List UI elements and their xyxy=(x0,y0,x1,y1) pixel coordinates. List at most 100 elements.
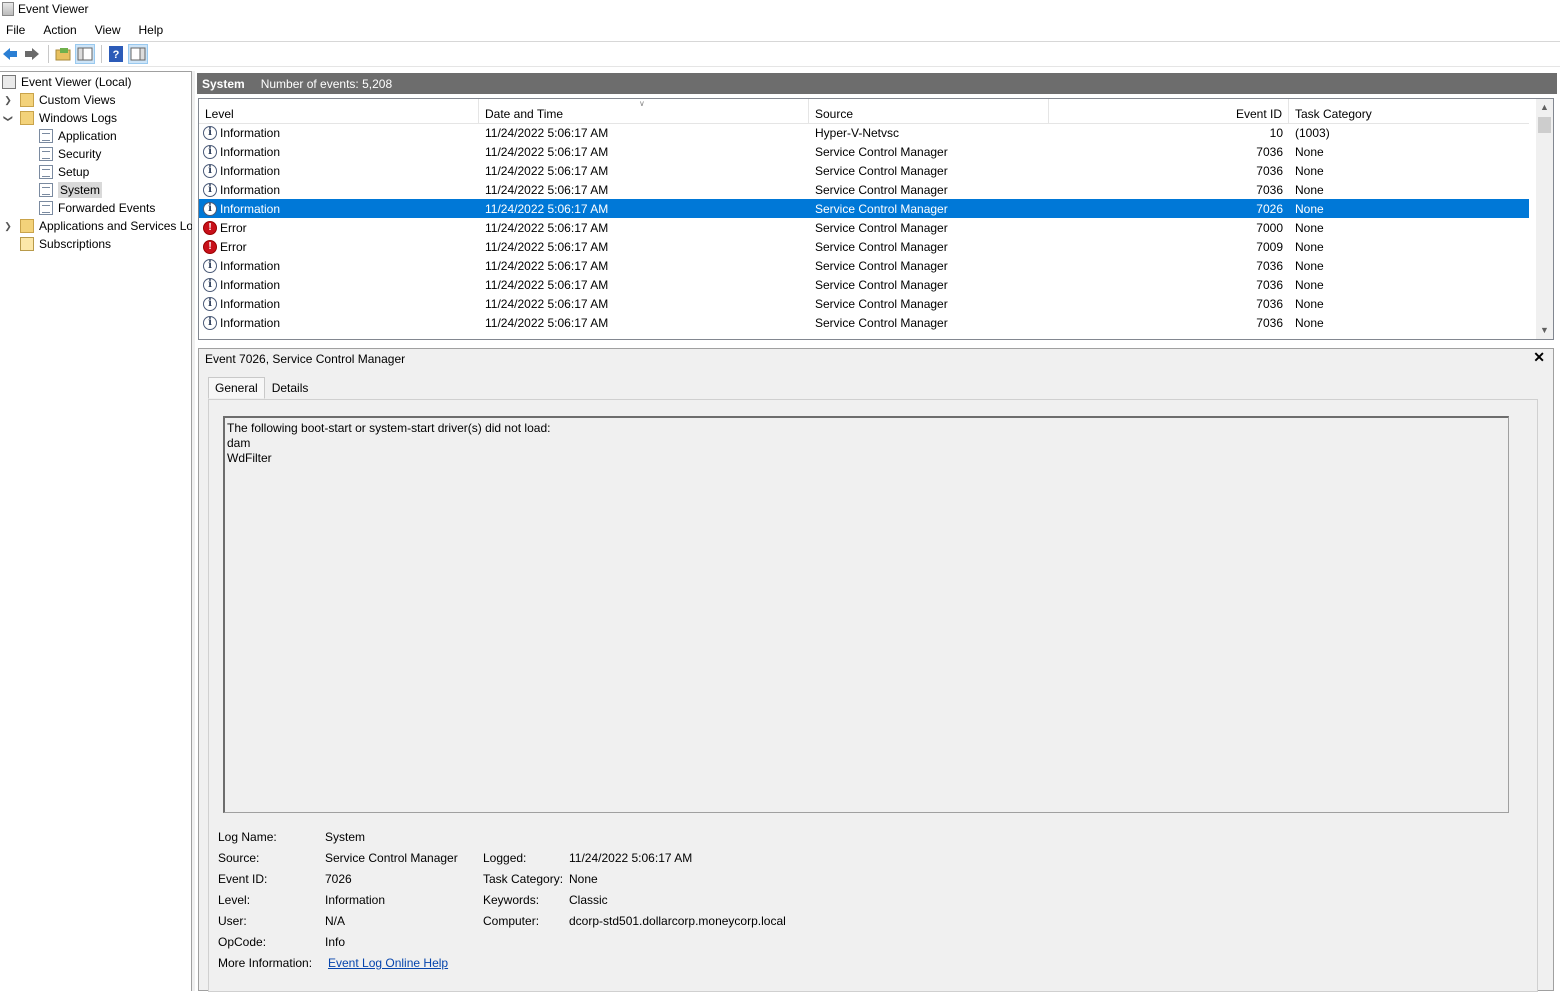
table-row[interactable]: i Information 11/24/2022 5:06:17 AM Service… xyxy=(199,180,1529,199)
column-header-level[interactable]: Level xyxy=(199,99,479,124)
tab-general[interactable]: General xyxy=(208,377,265,399)
chevron-right-icon[interactable]: ❯ xyxy=(2,95,14,106)
tree-item-application[interactable]: Application xyxy=(39,127,117,145)
toolbar-separator-line xyxy=(0,66,1560,67)
information-icon: i xyxy=(203,315,217,330)
tree-item-custom-views[interactable]: ❯ Custom Views xyxy=(2,91,115,109)
table-row[interactable]: i Information 11/24/2022 5:06:17 AM Service… xyxy=(199,275,1529,294)
toolbar-separator xyxy=(101,45,102,63)
cell-date: 11/24/2022 5:06:17 AM xyxy=(485,144,609,159)
scroll-thumb[interactable] xyxy=(1538,117,1551,133)
information-icon: i xyxy=(203,277,217,292)
main-pane: System Number of events: 5,208 Level Dat… xyxy=(195,71,1560,992)
log-icon xyxy=(39,183,53,197)
table-row[interactable]: i Information 11/24/2022 5:06:17 AM Service… xyxy=(199,161,1529,180)
tree-item-security[interactable]: Security xyxy=(39,145,101,163)
tree-item-subscriptions[interactable]: Subscriptions xyxy=(20,235,111,253)
cell-task-category: None xyxy=(1295,220,1324,235)
prop-label-task-category: Task Category: xyxy=(483,872,564,886)
tree-item-system[interactable]: System xyxy=(39,181,103,199)
message-line: WdFilter xyxy=(227,451,272,465)
prop-label-source: Source: xyxy=(218,851,260,865)
prop-value-keywords: Classic xyxy=(569,893,608,907)
forward-arrow-icon[interactable] xyxy=(22,44,42,64)
toolbar-separator xyxy=(48,45,49,63)
help-icon[interactable]: ? xyxy=(106,44,126,64)
tree-item-forwarded-events[interactable]: Forwarded Events xyxy=(39,199,155,217)
prop-value-user: N/A xyxy=(325,914,346,928)
column-header-label: Date and Time xyxy=(485,107,564,121)
log-header: System Number of events: 5,208 xyxy=(197,73,1557,94)
level-text: Error xyxy=(220,220,247,235)
cell-source: Service Control Manager xyxy=(815,220,948,235)
log-icon xyxy=(39,201,53,215)
tree-label: Windows Logs xyxy=(39,111,118,125)
table-row[interactable]: i Information 11/24/2022 5:06:17 AM Service… xyxy=(199,313,1529,332)
table-row[interactable]: i Information 11/24/2022 5:06:17 AM Hyper-V… xyxy=(199,123,1529,142)
cell-date: 11/24/2022 5:06:17 AM xyxy=(485,220,609,235)
open-folder-icon[interactable] xyxy=(53,44,73,64)
table-row[interactable]: ! Error 11/24/2022 5:06:17 AM Service Contr… xyxy=(199,218,1529,237)
column-header-source[interactable]: Source xyxy=(809,99,1049,124)
column-header-date[interactable]: Date and Time ∨ xyxy=(479,99,809,124)
scroll-down-icon[interactable]: ▼ xyxy=(1536,322,1553,339)
cell-event-id: 7036 xyxy=(1256,163,1283,178)
prop-label-event-id: Event ID: xyxy=(218,872,268,886)
cell-date: 11/24/2022 5:06:17 AM xyxy=(485,258,609,273)
column-header-task-category[interactable]: Task Category xyxy=(1289,99,1529,124)
cell-task-category: None xyxy=(1295,163,1324,178)
menu-view[interactable]: View xyxy=(89,23,129,37)
menu-file[interactable]: File xyxy=(0,23,33,37)
cell-event-id: 7036 xyxy=(1256,258,1283,273)
log-icon xyxy=(39,129,53,143)
table-row[interactable]: i Information 11/24/2022 5:06:17 AM Service… xyxy=(199,199,1529,218)
cell-level: i Information xyxy=(199,125,479,140)
cell-task-category: None xyxy=(1295,239,1324,254)
menu-action[interactable]: Action xyxy=(37,23,84,37)
tree-item-windows-logs[interactable]: ❯ Windows Logs xyxy=(2,109,117,127)
column-header-event-id[interactable]: Event ID xyxy=(1049,99,1289,124)
cell-level: i Information xyxy=(199,201,479,216)
event-count: Number of events: 5,208 xyxy=(260,76,393,91)
close-icon[interactable]: ✕ xyxy=(1533,349,1545,366)
prop-label-computer: Computer: xyxy=(483,914,540,928)
prop-value-computer: dcorp-std501.dollarcorp.moneycorp.local xyxy=(569,914,786,928)
event-log-online-help-link[interactable]: Event Log Online Help xyxy=(328,956,448,974)
tree-label: Custom Views xyxy=(39,93,116,107)
tree-item-root[interactable]: Event Viewer (Local) xyxy=(2,73,132,91)
prop-label-opcode: OpCode: xyxy=(218,935,267,949)
prop-value-level: Information xyxy=(325,893,386,907)
tab-details[interactable]: Details xyxy=(265,377,316,399)
log-icon xyxy=(39,147,53,161)
tree-item-apps-services[interactable]: ❯ Applications and Services Lo xyxy=(2,217,193,235)
log-icon xyxy=(39,165,53,179)
prop-value-event-id: 7026 xyxy=(325,872,352,886)
svg-text:?: ? xyxy=(113,49,120,61)
menu-help[interactable]: Help xyxy=(133,23,172,37)
show-hide-tree-icon[interactable] xyxy=(75,44,95,64)
cell-source: Service Control Manager xyxy=(815,182,948,197)
event-rows: i Information 11/24/2022 5:06:17 AM Hyper-V… xyxy=(199,123,1529,332)
back-arrow-icon[interactable] xyxy=(0,44,20,64)
table-row[interactable]: ! Error 11/24/2022 5:06:17 AM Service Contr… xyxy=(199,237,1529,256)
cell-event-id: 7009 xyxy=(1256,239,1283,254)
sort-descending-icon: ∨ xyxy=(639,99,645,108)
table-row[interactable]: i Information 11/24/2022 5:06:17 AM Service… xyxy=(199,294,1529,313)
event-list: Level Date and Time ∨ Source Event ID Ta… xyxy=(198,98,1554,340)
cell-task-category: None xyxy=(1295,144,1324,159)
table-row[interactable]: i Information 11/24/2022 5:06:17 AM Service… xyxy=(199,256,1529,275)
event-message[interactable]: The following boot-start or system-start… xyxy=(223,416,1509,813)
cell-date: 11/24/2022 5:06:17 AM xyxy=(485,239,609,254)
show-action-pane-icon[interactable] xyxy=(128,44,148,64)
tree-item-setup[interactable]: Setup xyxy=(39,163,89,181)
table-row[interactable]: i Information 11/24/2022 5:06:17 AM Service… xyxy=(199,142,1529,161)
cell-date: 11/24/2022 5:06:17 AM xyxy=(485,125,609,140)
chevron-down-icon[interactable]: ❯ xyxy=(3,112,14,124)
event-viewer-icon xyxy=(2,75,16,89)
scroll-up-icon[interactable]: ▲ xyxy=(1536,99,1553,116)
chevron-right-icon[interactable]: ❯ xyxy=(2,221,14,232)
menu-bar: File Action View Help xyxy=(0,20,1560,40)
information-icon: i xyxy=(203,163,217,178)
error-icon: ! xyxy=(203,220,217,235)
vertical-scrollbar[interactable]: ▲ ▼ xyxy=(1536,99,1553,339)
